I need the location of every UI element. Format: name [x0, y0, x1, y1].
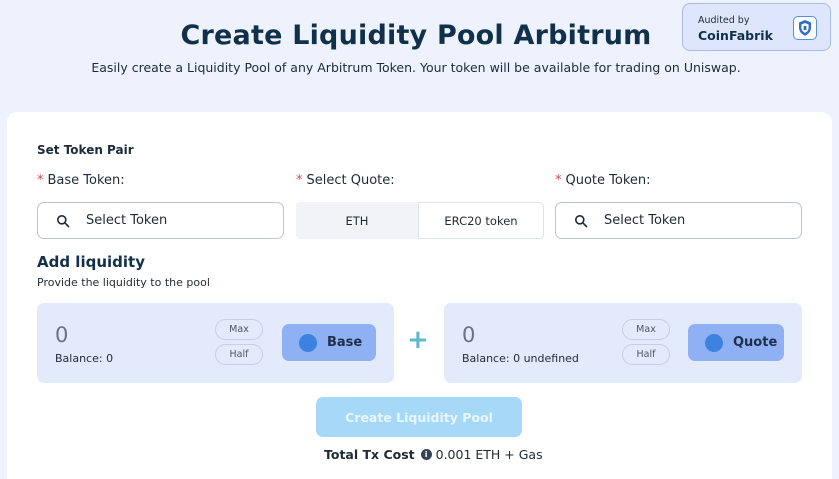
quote-half-button[interactable]: Half [622, 344, 670, 365]
quote-token-placeholder: Select Token [604, 213, 686, 228]
quote-token-select[interactable]: Select Token [555, 202, 802, 239]
base-amount-input[interactable]: 0 [55, 323, 68, 347]
quote-token-label-text: Quote Token: [565, 173, 651, 188]
set-token-pair-title: Set Token Pair [37, 143, 134, 157]
audit-badge[interactable]: Audited by CoinFabrik [682, 3, 831, 51]
info-icon[interactable]: i [420, 449, 432, 460]
quote-token-label: * Quote Token: [555, 173, 651, 188]
base-token-label-text: Base Token: [47, 173, 125, 188]
base-balance: Balance: 0 [55, 352, 114, 365]
page-subtitle: Easily create a Liquidity Pool of any Ar… [91, 60, 741, 75]
total-tx-cost: Total Tx Cost i 0.001 ETH + Gas [324, 447, 543, 462]
search-icon [575, 214, 588, 227]
quote-option-eth[interactable]: ETH [296, 202, 418, 239]
base-half-button[interactable]: Half [215, 344, 263, 365]
quote-balance: Balance: 0 undefined [462, 352, 579, 365]
quote-option-erc20[interactable]: ERC20 token [418, 202, 544, 239]
audit-company: CoinFabrik [698, 28, 773, 43]
add-liquidity-subtitle: Provide the liquidity to the pool [37, 276, 210, 289]
quote-max-button[interactable]: Max [622, 319, 670, 340]
base-token-select[interactable]: Select Token [37, 202, 284, 239]
quote-amount-input[interactable]: 0 [462, 323, 475, 347]
select-quote-label-text: Select Quote: [306, 173, 395, 188]
create-liquidity-pool-button[interactable]: Create Liquidity Pool [316, 397, 522, 437]
shield-icon [793, 16, 817, 40]
required-marker: * [555, 173, 562, 188]
select-quote-label: * Select Quote: [296, 173, 395, 188]
required-marker: * [37, 173, 44, 188]
base-max-button[interactable]: Max [215, 319, 263, 340]
add-liquidity-title: Add liquidity [37, 253, 145, 271]
base-liquidity-panel: 0 Balance: 0 Max Half Base [37, 303, 394, 383]
required-marker: * [296, 173, 303, 188]
quote-token-button[interactable]: Quote [688, 324, 784, 361]
audit-label: Audited by [698, 15, 750, 26]
quote-type-toggle[interactable]: ETH ERC20 token [296, 202, 544, 239]
token-dot-icon [299, 333, 317, 352]
base-token-label: * Base Token: [37, 173, 125, 188]
base-token-button[interactable]: Base [282, 324, 376, 361]
create-pool-card: Set Token Pair * Base Token: Select Token… [7, 112, 832, 479]
base-token-button-label: Base [327, 335, 363, 350]
quote-token-button-label: Quote [733, 335, 778, 350]
search-icon [57, 214, 70, 227]
plus-icon: + [407, 325, 429, 355]
base-token-placeholder: Select Token [86, 213, 168, 228]
quote-liquidity-panel: 0 Balance: 0 undefined Max Half Quote [444, 303, 802, 383]
tx-cost-label: Total Tx Cost [324, 447, 415, 462]
token-dot-icon [705, 333, 723, 352]
tx-cost-value: 0.001 ETH + Gas [435, 447, 543, 462]
